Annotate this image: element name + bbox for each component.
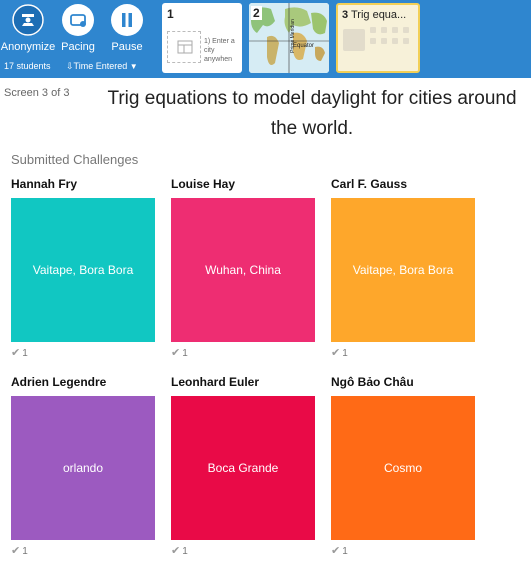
- anonymize-icon: [12, 4, 44, 36]
- top-toolbar: Anonymize Pacing Pause 17 students ⇩Time…: [0, 0, 531, 78]
- screen-preview-block: [343, 29, 365, 51]
- card-text: orlando: [62, 461, 104, 475]
- check-icon: ✔: [11, 347, 21, 359]
- vote-number: 1: [342, 348, 348, 359]
- screen-number: 2: [251, 6, 262, 20]
- screen-title: Trig equa...: [350, 9, 407, 21]
- pacing-label: Pacing: [61, 41, 95, 53]
- equator-label: Equator: [293, 43, 315, 49]
- screen-indicator: Screen 3 of 3: [4, 87, 70, 99]
- student-name: Adrien Legendre: [11, 375, 107, 389]
- student-name: Carl F. Gauss: [331, 177, 408, 191]
- sort-icon: ⇩: [66, 61, 74, 71]
- check-icon: ✔: [331, 545, 341, 557]
- check-icon: ✔: [171, 347, 181, 359]
- card-text: Boca Grande: [207, 461, 279, 475]
- vote-count[interactable]: ✔ 1: [171, 544, 188, 557]
- screen-thumbnail-2[interactable]: 2 Equator Prime Meridian: [249, 3, 329, 73]
- check-icon: ✔: [11, 545, 21, 557]
- vote-number: 1: [342, 546, 348, 557]
- vote-count[interactable]: ✔ 1: [11, 544, 28, 557]
- sort-dropdown[interactable]: ⇩Time Entered ▼: [66, 61, 138, 72]
- vote-count[interactable]: ✔ 1: [171, 346, 188, 359]
- chevron-down-icon: ▼: [129, 62, 138, 71]
- card-text: Cosmo: [383, 461, 422, 475]
- screen-number: 1: [167, 7, 174, 21]
- screen-caption: 1) Enter a city anywhen: [204, 38, 235, 63]
- student-count: 17 students: [4, 61, 51, 71]
- section-title: Submitted Challenges: [11, 152, 139, 167]
- vote-number: 1: [22, 546, 28, 557]
- card-text: Vaitape, Bora Bora: [352, 263, 454, 277]
- prime-meridian-label: Prime Meridian: [289, 19, 296, 53]
- card-text: Vaitape, Bora Bora: [32, 263, 134, 277]
- student-name: Ngô Bảo Châu: [331, 375, 414, 389]
- pause-button[interactable]: Pause: [99, 4, 155, 53]
- vote-count[interactable]: ✔ 1: [331, 346, 348, 359]
- student-name: Hannah Fry: [11, 177, 78, 191]
- check-icon: ✔: [331, 347, 341, 359]
- table-icon: [177, 40, 193, 54]
- card-grid-icon: [370, 27, 409, 44]
- screen-number: 3: [342, 9, 349, 21]
- submission-card[interactable]: orlando: [11, 396, 155, 540]
- submission-card[interactable]: Vaitape, Bora Bora: [11, 198, 155, 342]
- screen-input-preview: [167, 31, 201, 63]
- pause-icon: [111, 4, 143, 36]
- anonymize-button[interactable]: Anonymize: [0, 4, 56, 53]
- student-name: Leonhard Euler: [171, 375, 260, 389]
- sort-label: Time Entered: [73, 61, 128, 71]
- submission-card[interactable]: Vaitape, Bora Bora: [331, 198, 475, 342]
- vote-count[interactable]: ✔ 1: [11, 346, 28, 359]
- screen-thumbnail-1[interactable]: 1 1) Enter a city anywhen: [162, 3, 242, 73]
- submission-card[interactable]: Wuhan, China: [171, 198, 315, 342]
- pacing-button[interactable]: Pacing: [50, 4, 106, 53]
- pause-label: Pause: [111, 41, 143, 53]
- page-title: Trig equations to model daylight for cit…: [107, 88, 517, 139]
- vote-number: 1: [182, 348, 188, 359]
- student-name: Louise Hay: [171, 177, 236, 191]
- card-text: Wuhan, China: [205, 263, 281, 277]
- vote-count[interactable]: ✔ 1: [331, 544, 348, 557]
- pacing-icon: [62, 4, 94, 36]
- check-icon: ✔: [171, 545, 181, 557]
- screen-thumbnail-3[interactable]: 3 Trig equa...: [336, 3, 420, 73]
- anonymize-label: Anonymize: [0, 41, 56, 53]
- submission-card[interactable]: Boca Grande: [171, 396, 315, 540]
- submission-card[interactable]: Cosmo: [331, 396, 475, 540]
- vote-number: 1: [22, 348, 28, 359]
- vote-number: 1: [182, 546, 188, 557]
